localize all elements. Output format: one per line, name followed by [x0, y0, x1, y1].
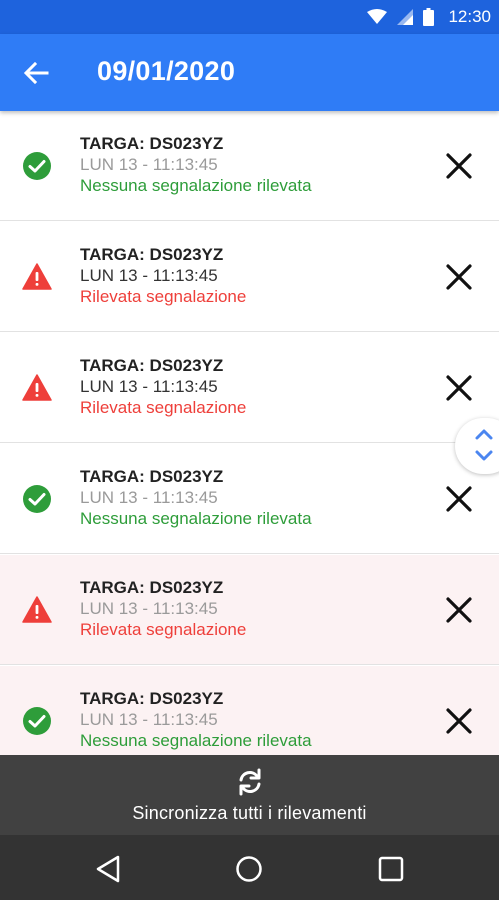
timestamp: LUN 13 - 11:13:45 [80, 155, 218, 174]
warning-icon [22, 374, 52, 401]
signal-icon [397, 9, 414, 25]
status-icons: 12:30 [367, 6, 491, 28]
status-text: Rilevata segnalazione [80, 287, 247, 306]
delete-button[interactable] [440, 258, 478, 296]
plate-label: TARGA: DS023YZ [80, 134, 224, 153]
status-time: 12:30 [448, 7, 491, 26]
chevron-down-icon[interactable] [474, 449, 494, 463]
close-icon [446, 375, 472, 401]
system-nav-bar [0, 835, 499, 900]
list-item-text: TARGA: DS023YZ LUN 13 - 11:13:45 Rilevat… [80, 244, 246, 307]
list-item[interactable]: TARGA: DS023YZ LUN 13 - 11:13:45 Nessuna… [0, 444, 499, 554]
nav-home-icon [236, 856, 262, 882]
list-item-text: TARGA: DS023YZ LUN 13 - 11:13:45 Nessuna… [80, 688, 312, 751]
arrow-back-icon [23, 61, 49, 85]
close-icon [446, 486, 472, 512]
plate-label: TARGA: DS023YZ [80, 467, 224, 486]
delete-button[interactable] [440, 369, 478, 407]
status-text: Rilevata segnalazione [80, 398, 247, 417]
chevron-up-icon[interactable] [474, 427, 494, 441]
list-item[interactable]: TARGA: DS023YZ LUN 13 - 11:13:45 Rilevat… [0, 222, 499, 332]
nav-recents-button[interactable] [371, 849, 411, 889]
nav-back-button[interactable] [88, 849, 128, 889]
delete-button[interactable] [440, 147, 478, 185]
list-item[interactable]: TARGA: DS023YZ LUN 13 - 11:13:45 Rilevat… [0, 555, 499, 665]
check-circle-icon [23, 707, 51, 735]
timestamp: LUN 13 - 11:13:45 [80, 599, 218, 618]
timestamp: LUN 13 - 11:13:45 [80, 710, 218, 729]
timestamp: LUN 13 - 11:13:45 [80, 266, 218, 285]
app-bar: 09/01/2020 [0, 34, 499, 111]
close-icon [446, 264, 472, 290]
wifi-icon [367, 9, 388, 24]
detections-list[interactable]: TARGA: DS023YZ LUN 13 - 11:13:45 Nessuna… [0, 111, 499, 755]
list-item[interactable]: TARGA: DS023YZ LUN 13 - 11:13:45 Nessuna… [0, 666, 499, 755]
list-item[interactable]: TARGA: DS023YZ LUN 13 - 11:13:45 Rilevat… [0, 333, 499, 443]
list-item-text: TARGA: DS023YZ LUN 13 - 11:13:45 Nessuna… [80, 133, 312, 196]
plate-label: TARGA: DS023YZ [80, 578, 224, 597]
status-text: Nessuna segnalazione rilevata [80, 176, 312, 195]
delete-button[interactable] [440, 702, 478, 740]
nav-home-button[interactable] [229, 849, 269, 889]
sync-all-label: Sincronizza tutti i rilevamenti [132, 803, 367, 823]
warning-icon [22, 596, 52, 623]
battery-icon [423, 8, 435, 26]
close-icon [446, 153, 472, 179]
status-text: Rilevata segnalazione [80, 620, 247, 639]
page-title: 09/01/2020 [97, 56, 236, 86]
status-text: Nessuna segnalazione rilevata [80, 509, 312, 528]
delete-button[interactable] [440, 480, 478, 518]
status-text: Nessuna segnalazione rilevata [80, 731, 312, 750]
list-item-text: TARGA: DS023YZ LUN 13 - 11:13:45 Rilevat… [80, 355, 246, 418]
plate-label: TARGA: DS023YZ [80, 245, 224, 264]
sync-all-button[interactable]: Sincronizza tutti i rilevamenti [0, 755, 499, 835]
check-circle-icon [23, 485, 51, 513]
plate-label: TARGA: DS023YZ [80, 356, 224, 375]
close-icon [446, 597, 472, 623]
list-item-text: TARGA: DS023YZ LUN 13 - 11:13:45 Rilevat… [80, 577, 246, 640]
timestamp: LUN 13 - 11:13:45 [80, 488, 218, 507]
nav-recents-icon [378, 856, 404, 882]
list-item[interactable]: TARGA: DS023YZ LUN 13 - 11:13:45 Nessuna… [0, 111, 499, 221]
delete-button[interactable] [440, 591, 478, 629]
back-button[interactable] [14, 54, 58, 92]
timestamp: LUN 13 - 11:13:45 [80, 377, 218, 396]
list-item-text: TARGA: DS023YZ LUN 13 - 11:13:45 Nessuna… [80, 466, 312, 529]
nav-back-icon [96, 855, 120, 883]
warning-icon [22, 263, 52, 290]
close-icon [446, 708, 472, 734]
status-bar: 12:30 [0, 0, 499, 34]
plate-label: TARGA: DS023YZ [80, 689, 224, 708]
check-circle-icon [23, 152, 51, 180]
sync-icon [239, 768, 261, 796]
